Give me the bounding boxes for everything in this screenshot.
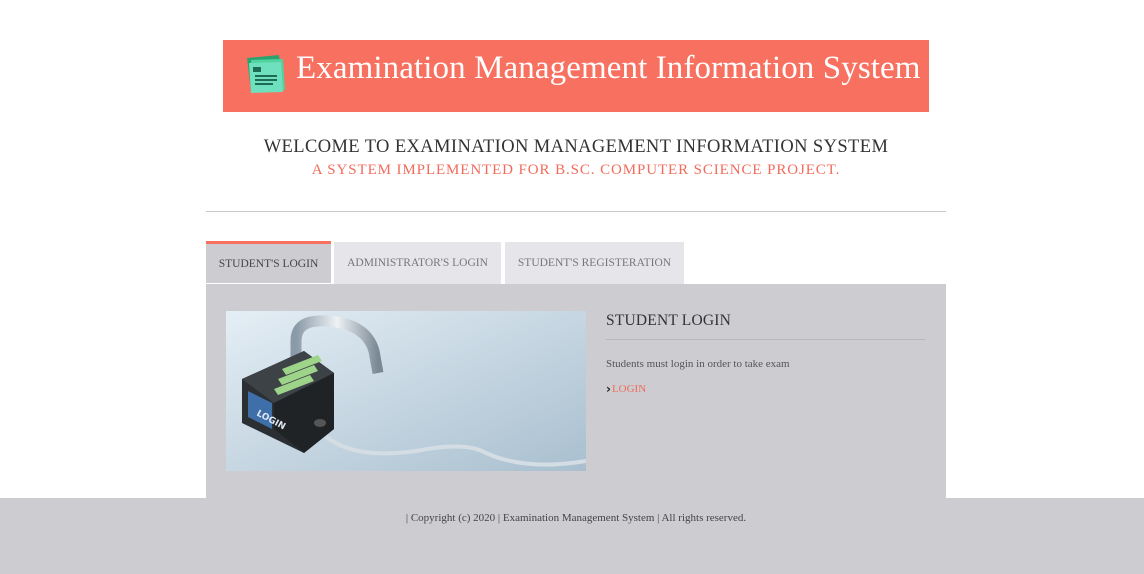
login-link-label[interactable]: LOGIN	[612, 383, 646, 395]
chevron-right-icon: ›	[606, 382, 611, 396]
panel-description: Students must login in order to take exa…	[606, 358, 790, 370]
welcome-heading: WELCOME TO EXAMINATION MANAGEMENT INFORM…	[263, 137, 889, 157]
document-stack-icon	[247, 55, 285, 93]
section-divider	[206, 211, 946, 212]
tab-student-login[interactable]: STUDENT'S LOGIN	[206, 241, 331, 283]
welcome-subheading: A SYSTEM IMPLEMENTED FOR B.SC. COMPUTER …	[311, 162, 841, 178]
tab-student-registration[interactable]: STUDENT'S REGISTERATION	[505, 242, 684, 284]
copyright-text: | Copyright (c) 2020 | Examination Manag…	[405, 512, 747, 524]
panel-divider	[606, 339, 925, 340]
site-title: Examination Management Information Syste…	[296, 50, 921, 86]
padlock-login-image: LOGIN	[226, 311, 586, 471]
panel-heading: STUDENT LOGIN	[606, 312, 732, 329]
login-link[interactable]: › LOGIN	[606, 382, 646, 396]
tab-administrator-login[interactable]: ADMINISTRATOR'S LOGIN	[334, 242, 501, 284]
footer: | Copyright (c) 2020 | Examination Manag…	[0, 498, 1144, 574]
header-banner: Examination Management Information Syste…	[223, 40, 929, 112]
